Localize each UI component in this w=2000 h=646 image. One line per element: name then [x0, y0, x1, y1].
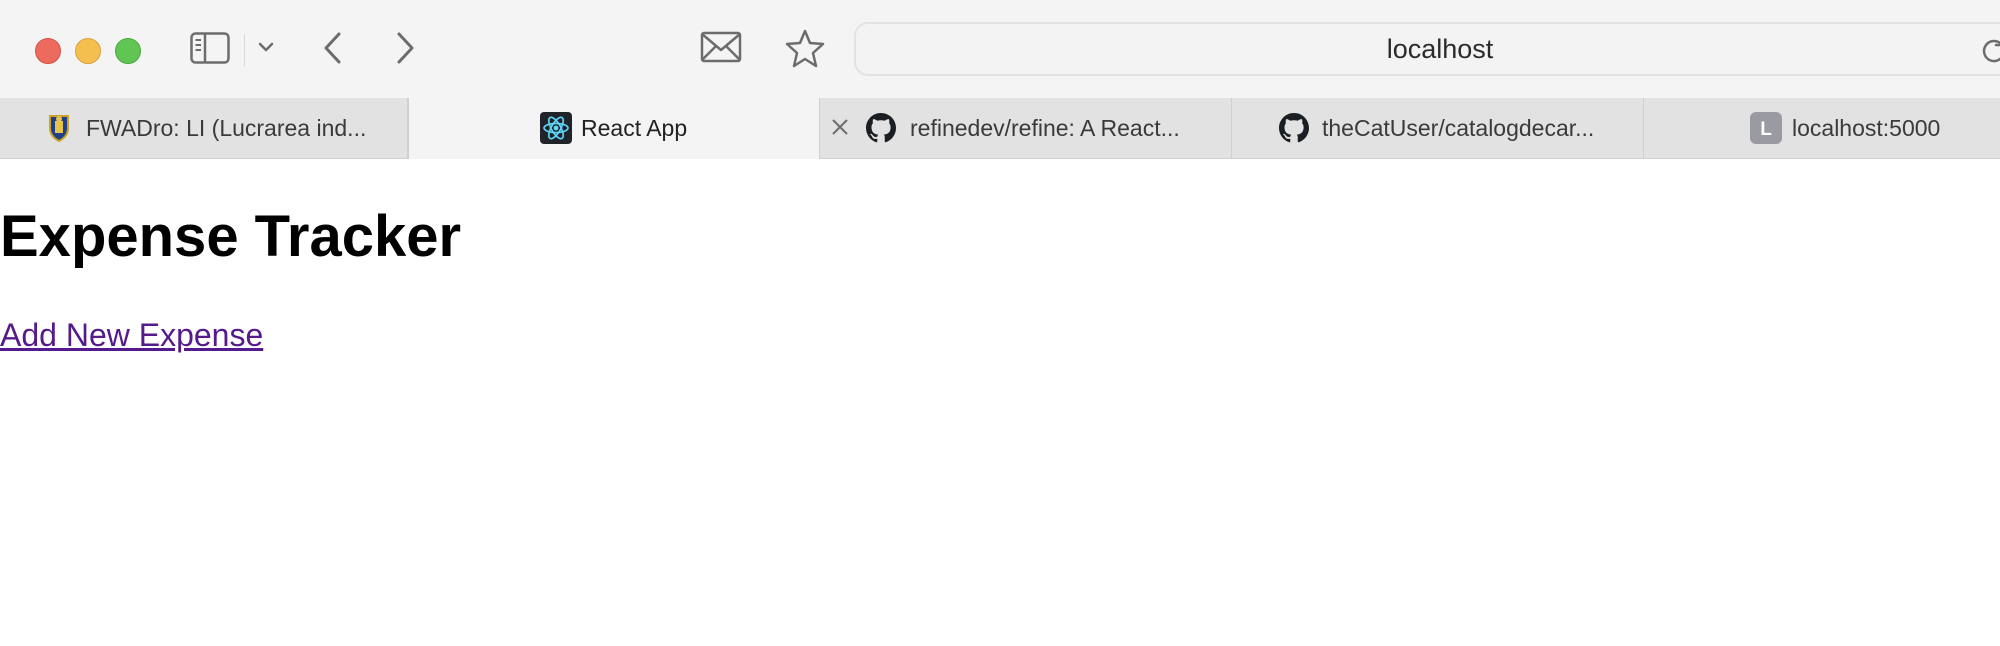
address-text[interactable]: localhost	[856, 24, 2000, 74]
page-title: Expense Tracker	[0, 204, 462, 269]
minimize-window-button[interactable]	[75, 38, 101, 64]
react-logo-icon	[540, 112, 572, 144]
github-icon	[866, 113, 896, 143]
mail-icon[interactable]	[700, 30, 742, 64]
tab-bar: FWADro: LI (Lucrarea ind... React App re…	[0, 98, 2000, 159]
browser-toolbar: localhost	[0, 0, 2000, 98]
letter-l-icon: L	[1750, 112, 1782, 144]
tab-label: refinedev/refine: A React...	[910, 115, 1180, 141]
back-icon[interactable]	[320, 30, 346, 66]
tab-label: FWADro: LI (Lucrarea ind...	[86, 115, 367, 141]
tab-localhost-5000[interactable]: L localhost:5000	[1644, 98, 2000, 158]
page-content: Expense Tracker Add New Expense	[0, 159, 2000, 646]
tab-refine[interactable]: refinedev/refine: A React...	[820, 98, 1232, 158]
forward-icon[interactable]	[392, 30, 418, 66]
zoom-window-button[interactable]	[115, 38, 141, 64]
github-icon	[1279, 113, 1309, 143]
sidebar-icon[interactable]	[190, 32, 230, 64]
close-window-button[interactable]	[35, 38, 61, 64]
letter-l-text: L	[1760, 119, 1772, 140]
tab-label: localhost:5000	[1792, 115, 1941, 141]
tab-catalogdecar[interactable]: theCatUser/catalogdecar...	[1232, 98, 1644, 158]
address-bar[interactable]: localhost	[854, 22, 2000, 76]
tab-react-app[interactable]: React App	[408, 98, 848, 159]
add-new-expense-link[interactable]: Add New Expense	[0, 317, 263, 354]
university-crest-icon	[44, 113, 74, 143]
toolbar-separator	[244, 34, 245, 66]
star-icon[interactable]	[784, 28, 826, 68]
tab-label: React App	[581, 115, 688, 141]
chevron-down-icon[interactable]	[257, 40, 275, 54]
tab-fwadro[interactable]: FWADro: LI (Lucrarea ind...	[0, 98, 408, 158]
reload-icon[interactable]	[1980, 36, 2000, 69]
tab-label: theCatUser/catalogdecar...	[1322, 115, 1595, 141]
